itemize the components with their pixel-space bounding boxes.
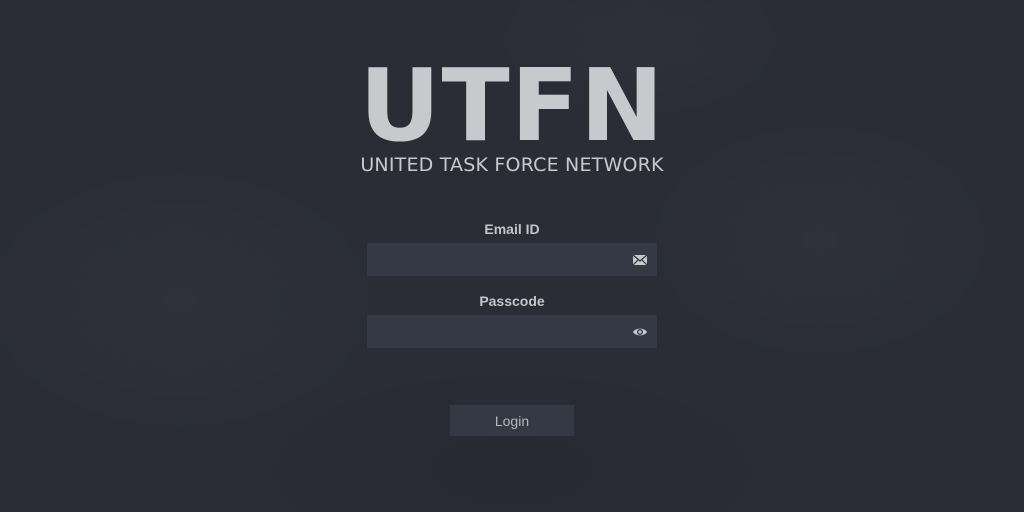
email-label: Email ID bbox=[484, 221, 540, 237]
logo-subtitle: UNITED TASK FORCE NETWORK bbox=[360, 154, 664, 176]
email-input[interactable] bbox=[367, 243, 657, 276]
email-field-container bbox=[367, 243, 657, 276]
login-button[interactable]: Login bbox=[450, 405, 574, 436]
logo-text: UTFN bbox=[359, 47, 665, 164]
passcode-field-container bbox=[367, 315, 657, 348]
envelope-icon bbox=[632, 254, 648, 266]
brand-logo: UTFN UNITED TASK FORCE NETWORK bbox=[0, 47, 1024, 177]
passcode-label: Passcode bbox=[479, 293, 545, 309]
eye-icon[interactable] bbox=[632, 324, 648, 340]
passcode-input[interactable] bbox=[367, 315, 657, 348]
